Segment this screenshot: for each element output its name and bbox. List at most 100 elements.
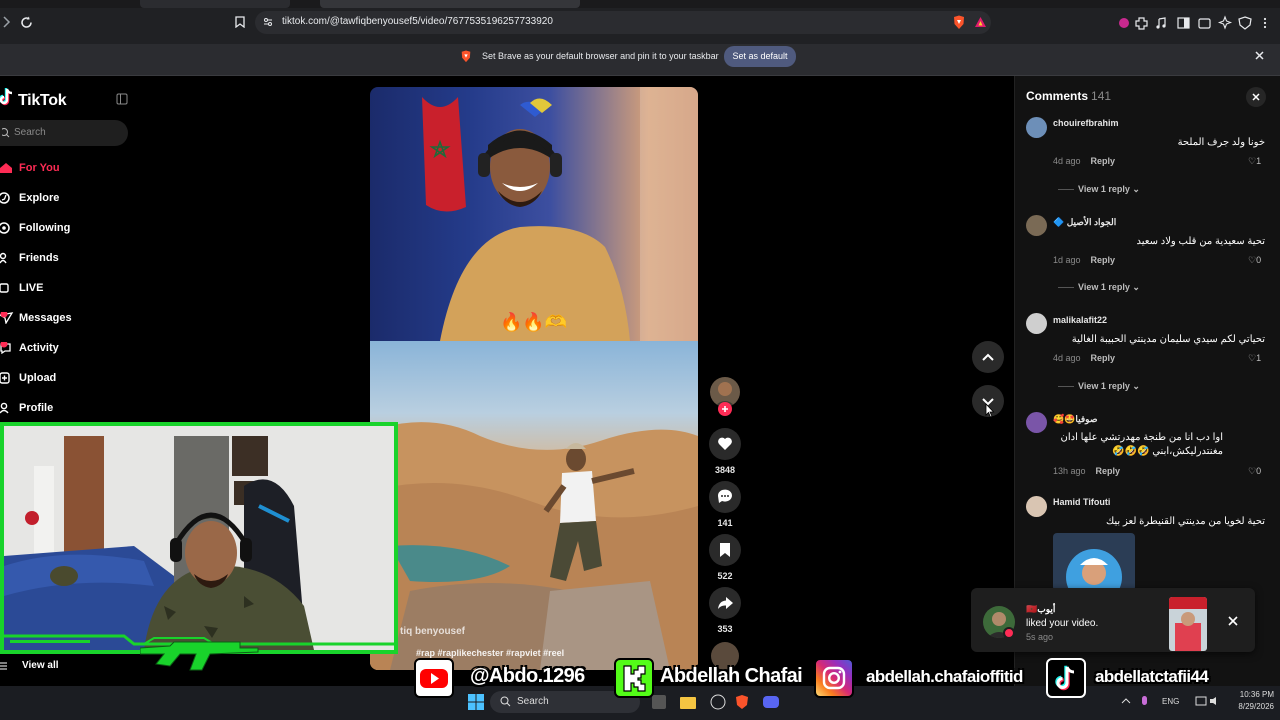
reply-button[interactable]: Reply [1096,466,1121,476]
sidebar-item-live[interactable]: LIVE [0,279,140,299]
live-icon [0,282,12,294]
menu-icon [0,662,7,670]
comment-like-count: 1 [1256,353,1262,363]
chevron-down-icon: ⌄ [1132,184,1140,194]
sidebar-item-messages[interactable]: Messages [0,309,140,329]
youtube-icon [414,658,454,698]
profile-icon [0,402,12,414]
tiktok-logo-icon[interactable] [0,88,14,106]
close-icon [1252,93,1260,101]
comments-title: Comments [1026,89,1089,103]
view-all-link[interactable]: View all [0,659,90,675]
comment-like[interactable]: ♡0 [1248,255,1261,266]
sidebar-item-activity[interactable]: Activity [0,339,140,359]
view-replies-button[interactable]: View 1 reply ⌄ [1058,381,1140,392]
tab[interactable] [140,0,290,8]
view-replies-label: View 1 reply [1078,381,1130,391]
view-replies-button[interactable]: View 1 reply ⌄ [1058,184,1140,195]
comment-meta: 1d ago Reply [1053,255,1115,265]
sidebar-item-profile[interactable]: Profile [0,399,140,419]
comment-username[interactable]: صوفيا🤩🥰 [1053,414,1097,425]
collapse-sidebar-icon[interactable] [116,93,128,105]
set-default-button[interactable]: Set as default [724,46,796,67]
close-comments-button[interactable] [1246,87,1266,107]
save-button[interactable] [709,534,741,566]
forward-icon[interactable] [2,16,12,28]
comments-header: Comments 141 [1026,89,1111,103]
tab-active[interactable] [320,0,580,8]
comment-time: 4d ago [1053,353,1081,363]
tiktok-logo-text[interactable]: TikTok [18,92,67,110]
taskbar-date[interactable]: 8/29/2026 [1230,702,1274,711]
sidebar-item-label: Profile [19,402,54,414]
close-infobar-icon[interactable] [1255,51,1264,60]
sidebar-item-for-you[interactable]: For You [0,159,140,179]
language-indicator[interactable]: ENG [1162,697,1179,706]
video-player[interactable]: 🔥🔥🫶 tiq benyousef #rap #raplikechester #… [370,87,698,670]
sidebar-item-explore[interactable]: Explore [0,189,140,209]
comment-time: 4d ago [1053,156,1081,166]
windows-start-icon[interactable] [468,694,484,710]
reply-button[interactable]: Reply [1091,353,1116,363]
kick-icon [614,658,654,698]
taskbar-app-icons[interactable] [650,692,790,712]
streamer-webcam [0,422,398,654]
sidebar-item-following[interactable]: Following [0,219,140,239]
reply-button[interactable]: Reply [1091,156,1116,166]
chevron-down-icon: ⌄ [1132,381,1140,391]
upload-icon [0,372,12,384]
avatar[interactable] [1026,117,1047,138]
comment-button[interactable] [709,481,741,513]
comment-username[interactable]: Hamid Tifouti [1053,497,1110,507]
avatar[interactable] [1026,313,1047,334]
reply-button[interactable]: Reply [1091,255,1116,265]
comment-like[interactable]: ♡1 [1248,156,1261,167]
sidebar-item-friends[interactable]: Friends [0,249,140,269]
comment-like-count: 1 [1256,156,1262,166]
infobar-message: Set Brave as your default browser and pi… [482,51,719,61]
comment-meta: 4d ago Reply [1053,156,1115,166]
follow-plus-button[interactable] [718,402,732,416]
share-button[interactable] [709,587,741,619]
avatar[interactable] [1026,412,1047,433]
comment-image-thumbnail[interactable] [1053,533,1135,591]
like-button[interactable] [709,428,741,460]
comment-like[interactable]: ♡1 [1248,353,1261,364]
taskbar-time[interactable]: 10:36 PM [1234,690,1274,699]
comment-text: تحية لخويا من مدينتي القنيطرة لعز بيك [1105,516,1265,527]
video-hashtags[interactable]: #rap #raplikechester #rapviet #reel [416,648,564,658]
comment-username[interactable]: malikalafit22 [1053,315,1107,325]
heart-outline-icon: ♡ [1248,466,1257,476]
comment-like[interactable]: ♡0 [1248,466,1261,477]
avatar[interactable] [1026,215,1047,236]
comment-meta: 13h ago Reply [1053,466,1120,476]
comment-username[interactable]: الجواد الأصيل 🔷 [1053,217,1116,228]
previous-video-button[interactable] [972,341,1004,373]
bookmark-icon[interactable] [235,16,245,28]
notification-time: 5s ago [1026,632,1054,642]
reload-icon[interactable] [20,16,33,29]
stream-frame-decoration [4,634,394,646]
avatar[interactable] [1026,496,1047,517]
activity-icon [0,342,12,354]
share-icon [718,597,733,609]
close-notification-icon[interactable] [1228,616,1238,626]
view-all-label: View all [22,660,59,671]
notification-user: أيوب🇲🇦 [1026,604,1056,614]
comment-text: تحية سعيدية من قلب ولاد سعيد [1136,236,1265,247]
video-top-scene [370,87,698,341]
video-bottom-scene [370,341,698,670]
comment-time: 1d ago [1053,255,1081,265]
friends-icon [0,252,12,264]
search-placeholder: Search [14,127,46,138]
sidebar-item-label: Upload [19,372,57,384]
brave-rewards-icon[interactable] [974,16,987,28]
brave-shields-icon[interactable] [952,15,966,30]
video-caption-user[interactable]: tiq benyousef [400,626,465,637]
site-settings-icon[interactable] [263,17,273,27]
comment-username[interactable]: chouirefbrahim [1053,118,1119,128]
view-replies-button[interactable]: View 1 reply ⌄ [1058,282,1140,293]
sidebar-item-upload[interactable]: Upload [0,369,140,389]
tab-strip [0,0,1280,8]
youtube-handle: @Abdo.1296 [470,665,585,687]
